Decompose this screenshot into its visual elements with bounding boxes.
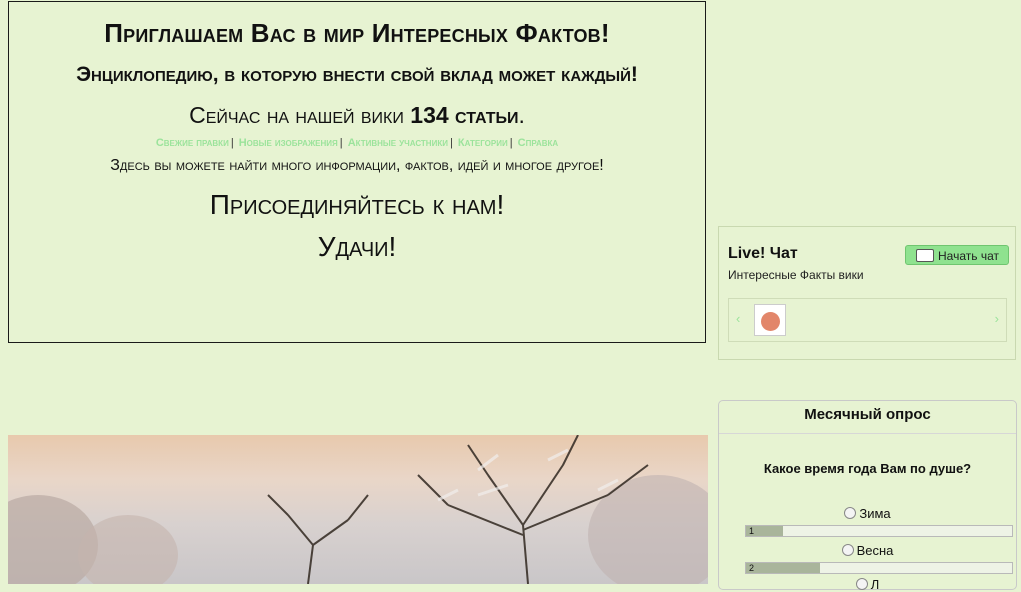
winter-painting-image (8, 435, 708, 584)
monthly-poll: Месячный опрос Какое время года Вам по д… (718, 400, 1017, 592)
live-chat-module: Live! Чат Интересные Факты вики Начать ч… (718, 226, 1016, 360)
welcome-join: Присоединяйтесь к нам! (209, 189, 505, 220)
welcome-title: Приглашаем Вас в мир Интересных Фактов! (104, 18, 610, 48)
chat-users-carousel: ‹ › (728, 298, 1007, 342)
link-new-images[interactable]: Новые изображения (239, 137, 338, 149)
article-count-suffix: . (518, 102, 525, 128)
link-separator: | (449, 137, 453, 149)
link-active-users[interactable]: Активные участники (348, 137, 448, 149)
carousel-right-icon[interactable]: › (995, 311, 999, 326)
poll-option-spring[interactable]: Весна (719, 543, 1016, 558)
welcome-subtitle: Энциклопедию, в которую внести свой вкла… (76, 63, 638, 86)
radio-icon[interactable] (855, 578, 868, 590)
winter-trees-illustration (8, 435, 708, 584)
chat-wiki-name: Интересные Факты вики (728, 268, 864, 282)
start-chat-button[interactable]: Начать чат (905, 245, 1009, 265)
poll-option-winter[interactable]: Зима (719, 506, 1016, 521)
poll-result-bar: 2 (745, 562, 1013, 574)
link-separator: | (509, 137, 513, 149)
article-count-prefix: Сейчас на нашей вики (189, 102, 404, 128)
chat-title: Live! Чат (728, 245, 798, 262)
avatar-face-icon (761, 312, 780, 331)
poll-result-votes: 1 (749, 526, 755, 536)
poll-header: Месячный опрос (719, 401, 1016, 434)
link-recent-changes[interactable]: Свежие правки (156, 137, 229, 149)
poll-result-votes: 2 (749, 563, 755, 573)
welcome-description: Здесь вы можете найти много информации, … (110, 157, 604, 174)
link-help[interactable]: Справка (518, 137, 559, 149)
carousel-left-icon[interactable]: ‹ (736, 311, 740, 326)
link-categories[interactable]: Категории (458, 137, 508, 149)
article-count: Сейчас на нашей вики 134 статьи. (9, 102, 705, 129)
poll-option-label: Л (870, 577, 880, 592)
poll-result-fill (746, 563, 821, 573)
start-chat-label: Начать чат (938, 249, 999, 263)
article-count-value: 134 статьи (410, 102, 519, 128)
welcome-box: Приглашаем Вас в мир Интересных Фактов! … (8, 1, 706, 343)
poll-option-label: Весна (856, 543, 894, 558)
link-separator: | (230, 137, 234, 149)
welcome-luck: Удачи! (317, 231, 397, 262)
radio-icon[interactable] (841, 544, 854, 556)
poll-question: Какое время года Вам по душе? (763, 461, 972, 476)
chat-user-avatar[interactable] (754, 304, 786, 336)
poll-result-bar: 1 (745, 525, 1013, 537)
speech-bubble-icon (916, 249, 934, 262)
poll-option-label: Зима (859, 506, 891, 521)
radio-icon[interactable] (844, 507, 857, 519)
link-separator: | (339, 137, 343, 149)
poll-option-summer[interactable]: Л (719, 577, 1016, 592)
quick-links: Свежие правки | Новые изображения | Активн… (9, 137, 705, 149)
